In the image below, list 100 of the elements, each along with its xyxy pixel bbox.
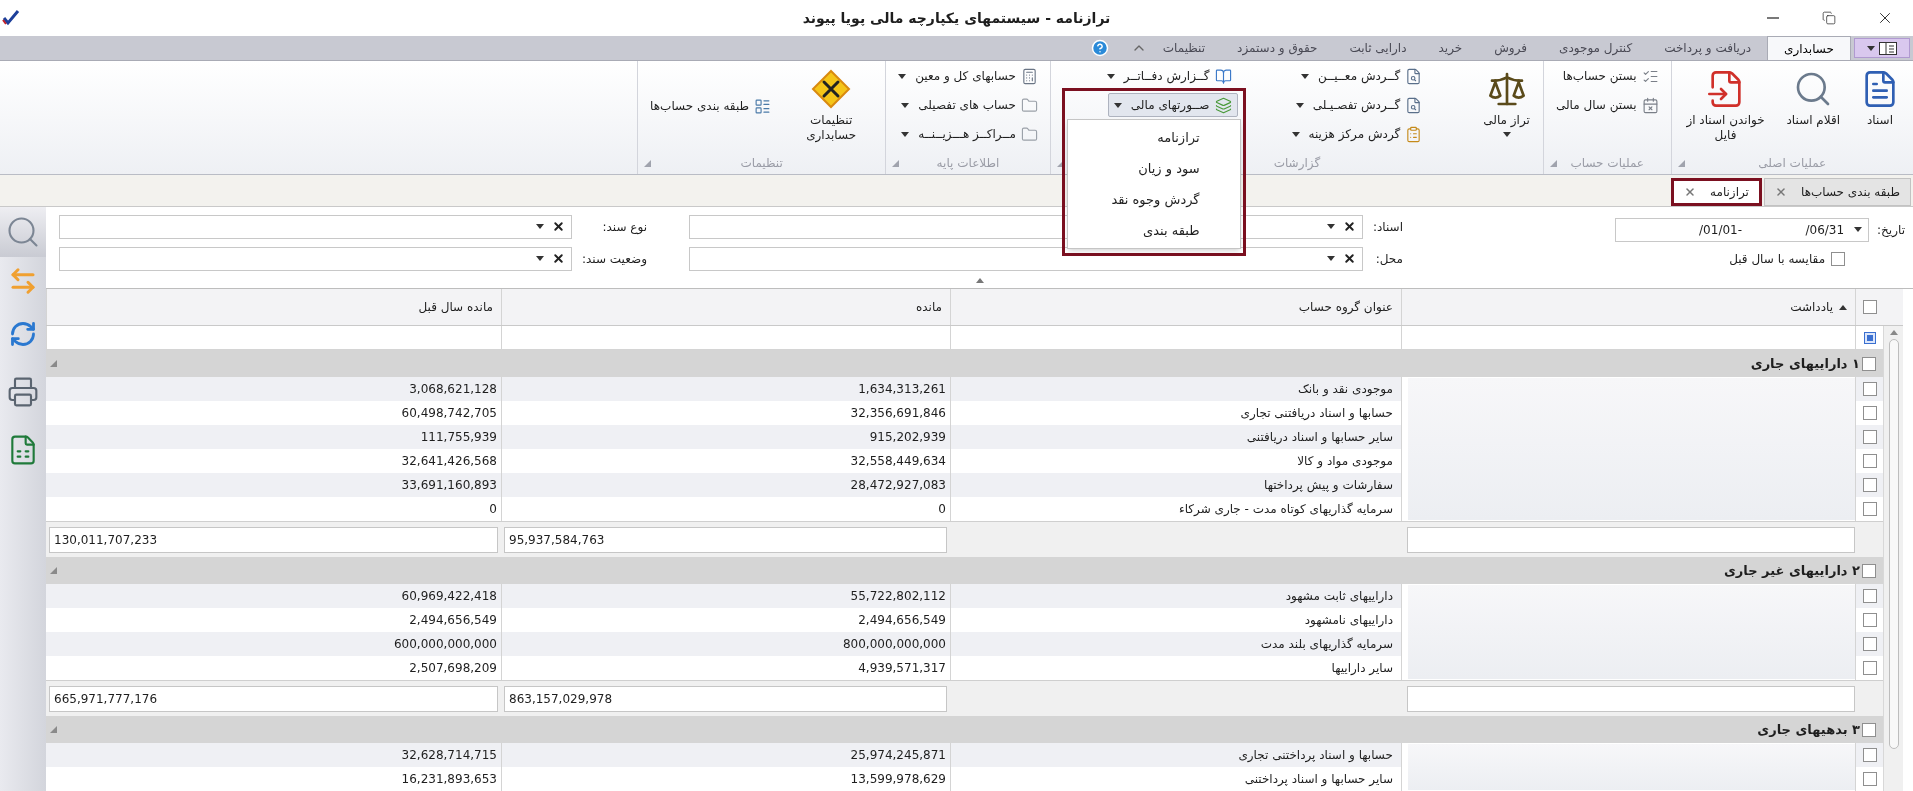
ribbon-tab[interactable]: حقوق و دستمزد	[1221, 36, 1334, 60]
help-icon[interactable]	[1090, 39, 1109, 57]
collapse-icon[interactable]	[50, 726, 57, 733]
ribbon-button[interactable]: بستن سال مالی	[1549, 93, 1665, 117]
menu-item[interactable]: سود و زیان	[1067, 153, 1240, 184]
report-icon	[1405, 67, 1423, 85]
previous-balance-cell-text: 2,494,656,549	[408, 612, 498, 629]
combo-field[interactable]	[59, 214, 572, 239]
column-header[interactable]: مانده	[501, 289, 950, 325]
ribbon-button[interactable]: خواندن اسناد از فایل	[1677, 64, 1774, 144]
caret-icon	[1326, 224, 1335, 229]
checkbox[interactable]	[1862, 382, 1877, 396]
ribbon-button[interactable]: گــردش معــیــن	[1295, 64, 1429, 88]
list-icon	[754, 97, 772, 115]
combo-field[interactable]	[689, 246, 1363, 271]
previous-balance-cell-text: 60,498,742,705	[400, 405, 498, 422]
previous-balance-cell-text: 16,231,893,653	[400, 771, 498, 788]
ribbon-button[interactable]: طبقه بندی حساب‌ها	[644, 94, 778, 118]
ribbon-tab[interactable]: دارایی ثابت	[1333, 36, 1423, 60]
caret-icon	[536, 224, 544, 229]
ribbon-button[interactable]: تراز مالی	[1476, 64, 1537, 138]
checkbox[interactable]	[1862, 478, 1877, 492]
folder-icon	[1020, 125, 1038, 143]
caret-icon	[1867, 45, 1875, 51]
search-button[interactable]	[0, 207, 46, 257]
ribbon-button[interactable]: اقلام اسناد	[1779, 64, 1847, 129]
combo-field[interactable]	[59, 246, 572, 271]
previous-balance-cell-text: 32,628,714,715	[400, 747, 498, 764]
scroll-up-icon[interactable]	[1889, 330, 1898, 335]
checkbox[interactable]	[1862, 772, 1877, 786]
group-title: ۳ بدهیهای جاری	[1757, 720, 1860, 739]
ribbon-tab[interactable]: کنترل موجودی	[1543, 36, 1649, 60]
checkbox[interactable]	[1862, 722, 1876, 737]
group-header[interactable]: ۱ داراییهای جاری	[46, 350, 1883, 377]
group-header[interactable]: ۳ بدهیهای جاری	[46, 716, 1883, 743]
close-tab-icon[interactable]	[1684, 186, 1696, 198]
checkbox[interactable]	[1862, 661, 1877, 675]
ribbon-tab[interactable]: تنظیمات	[1146, 36, 1222, 60]
ribbon-button[interactable]: مــراکــز هـــزیــنــه	[895, 122, 1044, 146]
calendar-icon	[1641, 96, 1659, 114]
group-title: ۱ داراییهای جاری	[1750, 354, 1860, 373]
clear-icon[interactable]	[1342, 252, 1356, 265]
ribbon-button[interactable]: بستن حساب‌ها	[1556, 64, 1665, 88]
ribbon-button[interactable]: حسابهای کل و معین	[892, 64, 1044, 88]
calculator-icon	[1020, 67, 1038, 85]
checkbox[interactable]	[1862, 502, 1877, 516]
column-header[interactable]: یادداشت	[1401, 289, 1855, 325]
ribbon-button[interactable]: گردش مرکز هزینه	[1285, 122, 1429, 146]
group-header[interactable]: ۲ داراییهای غیر جاری	[46, 557, 1883, 584]
collapse-icon[interactable]	[50, 360, 57, 367]
checkbox[interactable]	[1862, 613, 1877, 627]
checkbox[interactable]	[1862, 430, 1877, 444]
layout-icon	[1879, 41, 1897, 55]
collapse-icon[interactable]	[50, 567, 57, 574]
menu-item[interactable]: گردش وجوه نقد	[1067, 184, 1240, 215]
checkbox[interactable]	[1862, 300, 1877, 314]
document-tab[interactable]: طبقه بندی حساب‌ها	[1763, 178, 1911, 206]
search-icon	[5, 214, 41, 250]
scrollbar-thumb[interactable]	[1888, 339, 1899, 749]
ribbon-tab[interactable]: دریافت و پرداخت	[1648, 36, 1768, 60]
ribbon-button[interactable]: گــزارش دفــاتــر	[1100, 64, 1238, 88]
checkbox[interactable]	[1862, 589, 1877, 603]
menu-item[interactable]: طبقه بندی	[1067, 215, 1240, 246]
checkbox-label: مقایسه با سال قبل	[1729, 250, 1826, 268]
previous-balance-cell-text: 111,755,939	[419, 429, 498, 446]
ribbon-button[interactable]: صــورتهای مالی	[1107, 93, 1238, 117]
close-tab-icon[interactable]	[1774, 186, 1787, 198]
clear-icon[interactable]	[552, 220, 565, 233]
ribbon-tab[interactable]: حسابداری	[1767, 36, 1851, 60]
scrollbar[interactable]	[1883, 326, 1903, 791]
field-label: تاریخ:	[1877, 221, 1905, 239]
clear-icon[interactable]	[1342, 220, 1356, 233]
previous-balance-cell-text: 600,000,000,000	[392, 636, 498, 653]
column-header[interactable]: عنوان گروه حساب	[950, 289, 1401, 325]
splitter-icon[interactable]	[975, 278, 984, 283]
checkbox[interactable]	[1862, 454, 1877, 468]
filter-row-icon[interactable]	[1863, 331, 1876, 344]
ribbon-tab[interactable]: فروش	[1478, 36, 1544, 60]
note-field[interactable]	[1407, 685, 1855, 712]
ribbon-button[interactable]: تنظیمات حسابداری	[783, 64, 880, 144]
checkbox[interactable]	[1862, 406, 1877, 420]
checkbox[interactable]	[1831, 251, 1846, 266]
column-title: عنوان گروه حساب	[1298, 299, 1393, 316]
field-label: نوع سند:	[601, 218, 647, 236]
document-tab[interactable]: ترازنامه	[1671, 178, 1762, 206]
column-title: مانده	[916, 299, 942, 316]
clear-icon[interactable]	[552, 252, 565, 265]
ribbon-tab[interactable]: خرید	[1422, 36, 1479, 60]
checkbox[interactable]	[1862, 356, 1876, 371]
checkbox[interactable]	[1862, 748, 1877, 762]
checkbox[interactable]	[1862, 563, 1876, 578]
note-field[interactable]	[1407, 526, 1855, 553]
ribbon-button[interactable]: اسناد	[1853, 64, 1907, 129]
quick-access-button[interactable]	[1854, 38, 1910, 58]
ribbon-button[interactable]: گــردش تفصـیـلی	[1289, 93, 1429, 117]
refresh-icon	[9, 320, 37, 348]
checkbox[interactable]	[1862, 637, 1877, 651]
ribbon-button[interactable]: حساب های تفصیلی	[895, 93, 1044, 117]
previous-balance-cell-text: 33,691,160,893	[400, 477, 498, 494]
menu-item[interactable]: ترازنامه	[1067, 122, 1240, 153]
